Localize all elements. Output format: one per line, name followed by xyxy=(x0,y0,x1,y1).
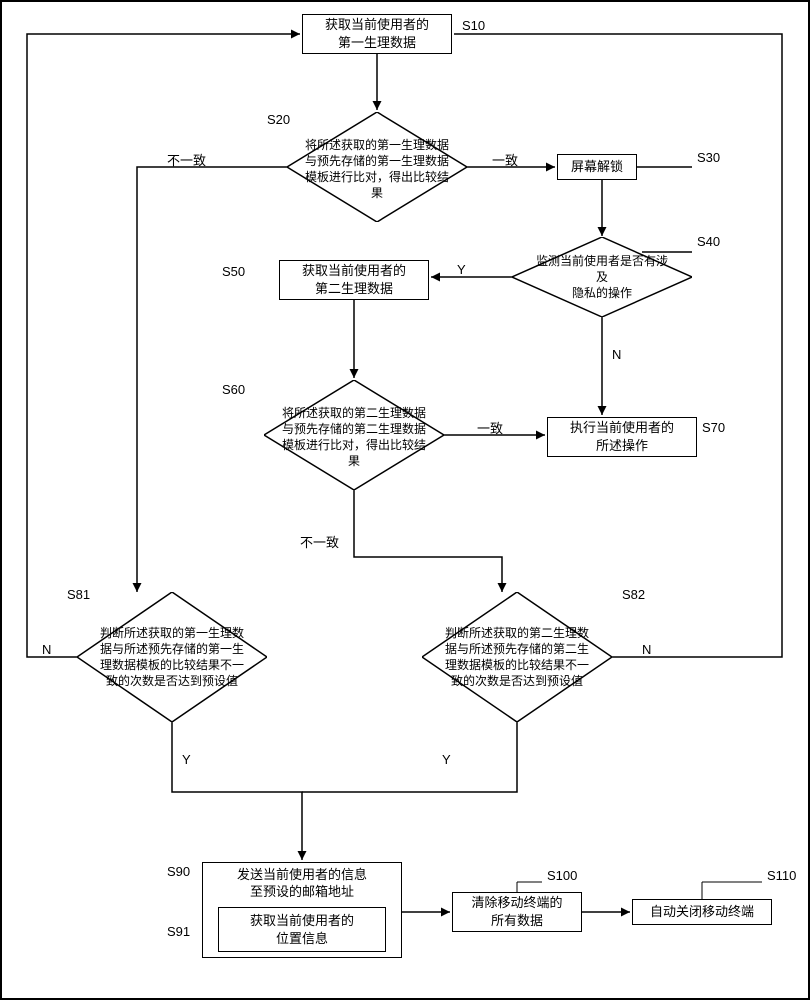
label-s81: S81 xyxy=(67,587,90,602)
edge-s40-n: N xyxy=(612,347,621,362)
edge-s81-n: N xyxy=(42,642,51,657)
node-s20: 将所述获取的第一生理数据与预先存储的第一生理数据模板进行比对，得出比较结果 xyxy=(287,112,467,222)
node-s40: 监测当前使用者是否有涉及隐私的操作 xyxy=(512,237,692,317)
label-s60: S60 xyxy=(222,382,245,397)
label-s70: S70 xyxy=(702,420,725,435)
node-s70: 执行当前使用者的所述操作 xyxy=(547,417,697,457)
label-s110: S110 xyxy=(767,868,796,883)
node-s91-text: 获取当前使用者的位置信息 xyxy=(250,913,354,946)
node-s60-text: 将所述获取的第二生理数据与预先存储的第二生理数据模板进行比对，得出比较结果 xyxy=(282,405,426,470)
node-s70-text: 执行当前使用者的所述操作 xyxy=(570,419,674,454)
node-s60: 将所述获取的第二生理数据与预先存储的第二生理数据模板进行比对，得出比较结果 xyxy=(264,380,444,490)
node-s90-container: 发送当前使用者的信息至预设的邮箱地址 获取当前使用者的位置信息 xyxy=(202,862,402,958)
edge-s81-y: Y xyxy=(182,752,191,767)
edge-s82-y: Y xyxy=(442,752,451,767)
node-s82: 判断所述获取的第二生理数据与所述预先存储的第二生理数据模板的比较结果不一致的次数… xyxy=(422,592,612,722)
edge-s60-nomatch: 不一致 xyxy=(300,532,339,551)
node-s81: 判断所述获取的第一生理数据与所述预先存储的第一生理数据模板的比较结果不一致的次数… xyxy=(77,592,267,722)
node-s40-text: 监测当前使用者是否有涉及隐私的操作 xyxy=(532,253,672,302)
node-s91: 获取当前使用者的位置信息 xyxy=(218,907,386,952)
node-s81-text: 判断所述获取的第一生理数据与所述预先存储的第一生理数据模板的比较结果不一致的次数… xyxy=(100,625,244,690)
label-s100: S100 xyxy=(547,868,577,883)
edge-s40-y: Y xyxy=(457,262,466,277)
node-s100-text: 清除移动终端的所有数据 xyxy=(471,894,562,929)
edge-s82-n: N xyxy=(642,642,651,657)
node-s20-text: 将所述获取的第一生理数据与预先存储的第一生理数据模板进行比对，得出比较结果 xyxy=(305,137,449,202)
node-s10: 获取当前使用者的第一生理数据 xyxy=(302,14,452,54)
label-s40: S40 xyxy=(697,234,720,249)
node-s30: 屏幕解锁 xyxy=(557,154,637,180)
node-s30-text: 屏幕解锁 xyxy=(571,158,623,176)
label-s20: S20 xyxy=(267,112,290,127)
edge-s20-nomatch: 不一致 xyxy=(167,150,206,169)
label-s30: S30 xyxy=(697,150,720,165)
node-s50: 获取当前使用者的第二生理数据 xyxy=(279,260,429,300)
label-s50: S50 xyxy=(222,264,245,279)
node-s100: 清除移动终端的所有数据 xyxy=(452,892,582,932)
label-s10: S10 xyxy=(462,18,485,33)
label-s90: S90 xyxy=(167,864,190,879)
node-s82-text: 判断所述获取的第二生理数据与所述预先存储的第二生理数据模板的比较结果不一致的次数… xyxy=(445,625,589,690)
node-s110-text: 自动关闭移动终端 xyxy=(650,903,754,921)
edge-s20-match: 一致 xyxy=(492,150,518,169)
edge-s60-match: 一致 xyxy=(477,418,503,437)
node-s110: 自动关闭移动终端 xyxy=(632,899,772,925)
node-s50-text: 获取当前使用者的第二生理数据 xyxy=(302,262,406,297)
flowchart-canvas: 获取当前使用者的第一生理数据 S10 将所述获取的第一生理数据与预先存储的第一生… xyxy=(0,0,810,1000)
label-s91: S91 xyxy=(167,924,190,939)
node-s90-text: 发送当前使用者的信息至预设的邮箱地址 xyxy=(237,866,367,905)
node-s10-text: 获取当前使用者的第一生理数据 xyxy=(325,16,429,51)
label-s82: S82 xyxy=(622,587,645,602)
